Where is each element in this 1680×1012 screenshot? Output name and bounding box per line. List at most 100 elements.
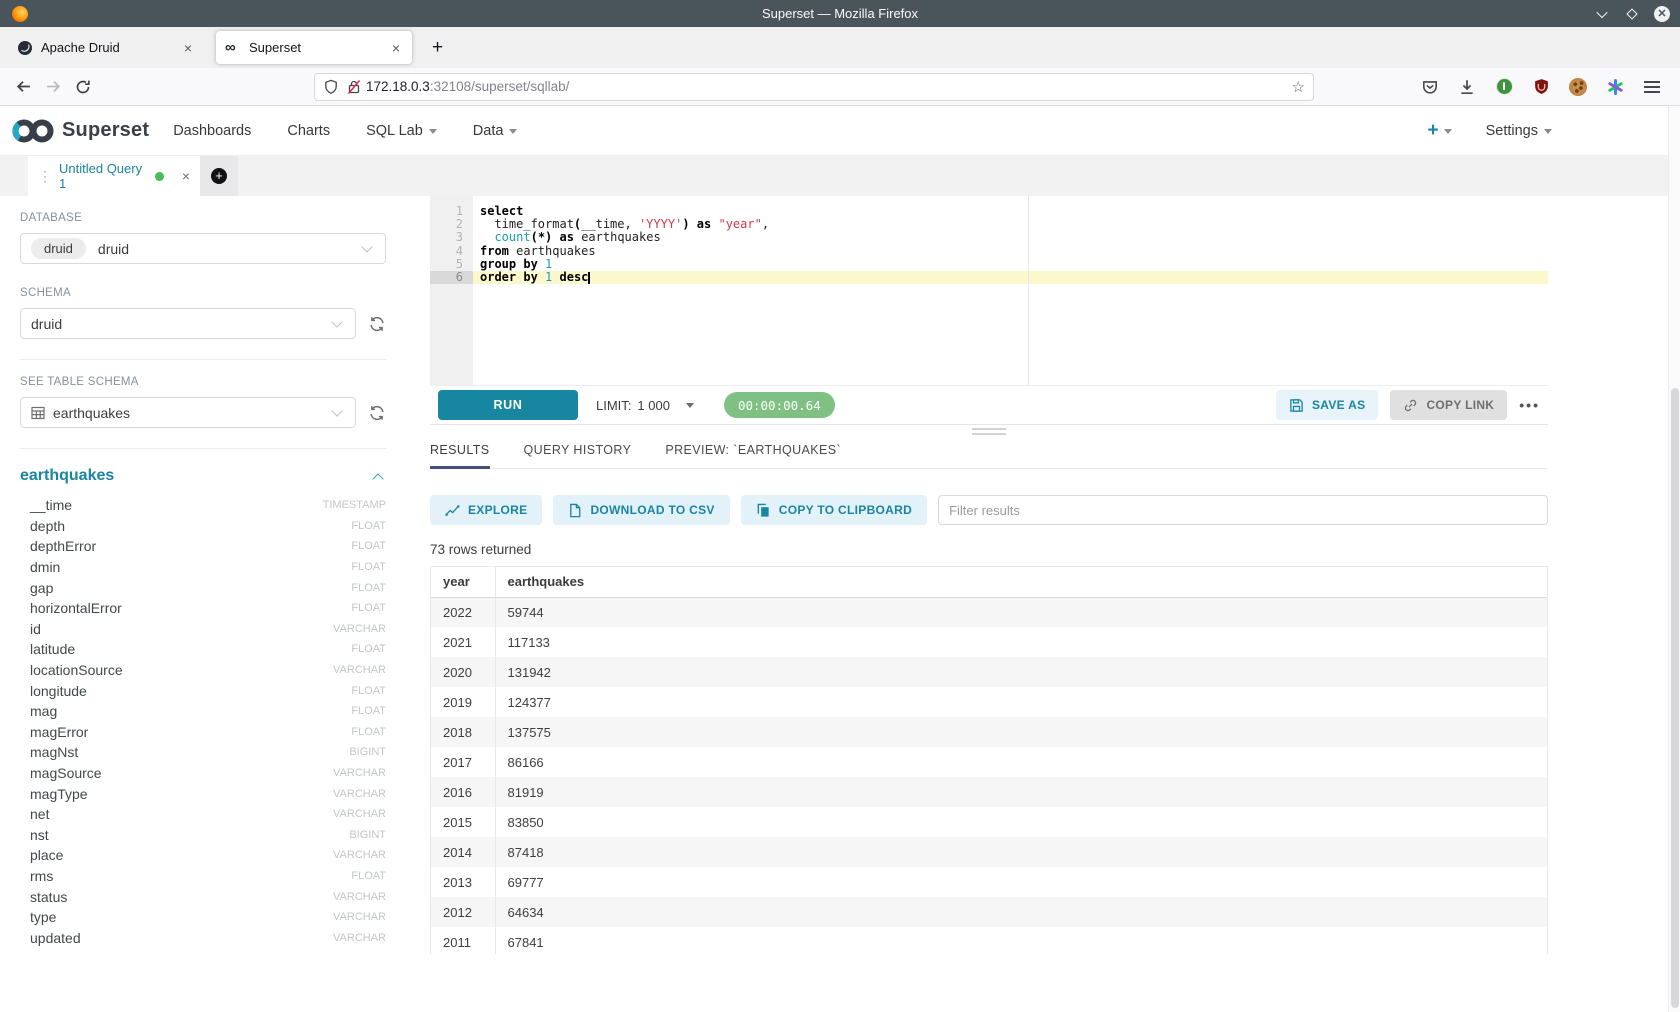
forward-button[interactable]: [38, 73, 68, 101]
copy-link-button[interactable]: COPY LINK: [1390, 390, 1507, 420]
pane-splitter[interactable]: [430, 425, 1548, 437]
query-tab-close-icon[interactable]: ×: [182, 168, 190, 184]
download-csv-button[interactable]: DOWNLOAD TO CSV: [553, 495, 729, 525]
drag-handle-icon[interactable]: ⋮: [38, 168, 52, 185]
column-row[interactable]: netVARCHAR: [20, 804, 386, 825]
table-row[interactable]: 201786166: [431, 747, 1547, 777]
column-row[interactable]: latitudeFLOAT: [20, 639, 386, 660]
column-row[interactable]: idVARCHAR: [20, 619, 386, 640]
column-row[interactable]: dminFLOAT: [20, 557, 386, 578]
multicolor-asterisk-icon[interactable]: [1605, 77, 1625, 97]
window-scrollbar[interactable]: [1668, 106, 1680, 1012]
add-new-button[interactable]: +: [1427, 120, 1451, 142]
filter-results-input[interactable]: [938, 495, 1548, 525]
tab-query-history[interactable]: QUERY HISTORY: [524, 439, 632, 468]
column-row[interactable]: gapFLOAT: [20, 577, 386, 598]
sql-editor[interactable]: 123456 select time_format(__time, 'YYYY'…: [430, 196, 1548, 385]
settings-menu[interactable]: Settings: [1486, 123, 1552, 139]
column-row[interactable]: locationSourceVARCHAR: [20, 660, 386, 681]
column-row[interactable]: updatedVARCHAR: [20, 927, 386, 948]
bookmark-star-icon[interactable]: ☆: [1292, 78, 1305, 96]
more-options-icon[interactable]: •••: [1519, 397, 1540, 413]
refresh-table-icon[interactable]: [368, 404, 386, 422]
table-row[interactable]: 202259744: [431, 597, 1547, 627]
column-row[interactable]: typeVARCHAR: [20, 907, 386, 928]
nav-sql-lab[interactable]: SQL Lab: [366, 123, 437, 139]
table-row[interactable]: 2020131942: [431, 657, 1547, 687]
editor-code-lines[interactable]: select time_format(__time, 'YYYY') as "y…: [473, 196, 1548, 385]
column-row[interactable]: statusVARCHAR: [20, 886, 386, 907]
reload-button[interactable]: [68, 73, 98, 101]
table-row[interactable]: 2021117133: [431, 627, 1547, 657]
nav-data[interactable]: Data: [473, 123, 518, 139]
new-browser-tab-button[interactable]: +: [426, 37, 449, 59]
window-minimize-button[interactable]: [1594, 6, 1610, 22]
table-row[interactable]: 201369777: [431, 867, 1547, 897]
browser-tab-druid[interactable]: Apache Druid ×: [8, 31, 204, 64]
download-icon[interactable]: [1457, 77, 1477, 97]
save-as-button[interactable]: SAVE AS: [1276, 390, 1378, 420]
tab-close-icon[interactable]: ×: [181, 40, 195, 56]
table-row[interactable]: 201487418: [431, 837, 1547, 867]
superset-logo[interactable]: Superset: [10, 115, 149, 147]
table-select[interactable]: earthquakes: [20, 397, 356, 428]
lock-insecure-icon[interactable]: [346, 79, 362, 95]
hamburger-menu-icon[interactable]: [1642, 77, 1662, 97]
scrollbar-thumb[interactable]: [1671, 388, 1679, 1008]
column-row[interactable]: magTypeVARCHAR: [20, 783, 386, 804]
code-line[interactable]: group by 1: [473, 258, 1548, 271]
database-select[interactable]: druid druid: [20, 233, 386, 264]
results-table-wrap[interactable]: year earthquakes 20225974420211171332020…: [430, 566, 1548, 954]
table-row[interactable]: 2019124377: [431, 687, 1547, 717]
nav-dashboards[interactable]: Dashboards: [173, 123, 251, 139]
explore-button[interactable]: EXPLORE: [430, 495, 542, 525]
pocket-icon[interactable]: [1420, 77, 1440, 97]
column-row[interactable]: __timeTIMESTAMP: [20, 495, 386, 516]
column-row[interactable]: nstBIGINT: [20, 825, 386, 846]
table-row[interactable]: 201167841: [431, 927, 1547, 954]
collapse-chevron-icon[interactable]: [372, 473, 383, 484]
tab-close-icon[interactable]: ×: [389, 40, 403, 56]
cookie-icon[interactable]: [1568, 77, 1588, 97]
table-cell: 2019: [431, 687, 495, 717]
column-row[interactable]: depthErrorFLOAT: [20, 536, 386, 557]
column-row[interactable]: magNstBIGINT: [20, 742, 386, 763]
column-header-year[interactable]: year: [431, 567, 495, 597]
column-row[interactable]: magFLOAT: [20, 701, 386, 722]
table-row[interactable]: 201681919: [431, 777, 1547, 807]
query-tab[interactable]: ⋮ Untitled Query 1 ×: [28, 156, 200, 196]
column-row[interactable]: magSourceVARCHAR: [20, 763, 386, 784]
run-button[interactable]: RUN: [438, 390, 578, 420]
url-bar[interactable]: 172.18.0.3:32108/superset/sqllab/ ☆: [314, 73, 1314, 101]
schema-select[interactable]: druid: [20, 308, 356, 339]
table-row[interactable]: 2018137575: [431, 717, 1547, 747]
tab-preview-earthquakes[interactable]: PREVIEW: `EARTHQUAKES`: [665, 439, 841, 468]
extension-green-icon[interactable]: [1494, 77, 1514, 97]
column-row[interactable]: depthFLOAT: [20, 516, 386, 537]
shield-icon[interactable]: [323, 79, 339, 95]
code-line[interactable]: count(*) as earthquakes: [473, 231, 1548, 244]
column-header-earthquakes[interactable]: earthquakes: [495, 567, 1547, 597]
column-row[interactable]: horizontalErrorFLOAT: [20, 598, 386, 619]
window-close-button[interactable]: ✕: [1654, 6, 1670, 22]
browser-tab-superset[interactable]: ∞ Superset ×: [216, 31, 412, 64]
column-name: net: [30, 806, 49, 822]
code-line[interactable]: from earthquakes: [473, 245, 1548, 258]
limit-dropdown[interactable]: LIMIT: 1 000: [596, 398, 694, 413]
column-row[interactable]: longitudeFLOAT: [20, 680, 386, 701]
table-row[interactable]: 201264634: [431, 897, 1547, 927]
code-line[interactable]: order by 1 desc: [473, 271, 1548, 284]
add-query-tab-button[interactable]: +: [200, 156, 238, 196]
table-row[interactable]: 201583850: [431, 807, 1547, 837]
column-row[interactable]: rmsFLOAT: [20, 866, 386, 887]
column-row[interactable]: placeVARCHAR: [20, 845, 386, 866]
ublock-icon[interactable]: [1531, 77, 1551, 97]
refresh-schema-icon[interactable]: [368, 315, 386, 333]
column-row[interactable]: magErrorFLOAT: [20, 722, 386, 743]
back-button[interactable]: [8, 73, 38, 101]
copy-clipboard-button[interactable]: COPY TO CLIPBOARD: [741, 495, 927, 525]
table-schema-header[interactable]: earthquakes: [20, 467, 114, 485]
window-maximize-button[interactable]: [1624, 6, 1640, 22]
nav-charts[interactable]: Charts: [287, 123, 330, 139]
tab-results[interactable]: RESULTS: [430, 439, 490, 468]
